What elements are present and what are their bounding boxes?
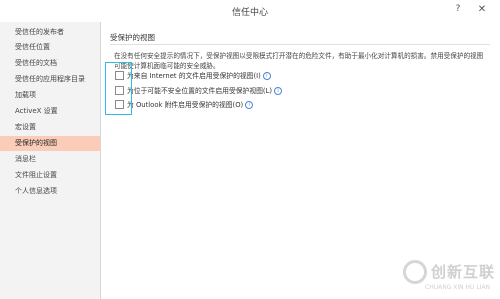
sidebar-item-trusted-locations[interactable]: 受信任位置 [0,40,100,55]
option-label: 为 Outlook 附件启用受保护的视图(O) [127,101,244,109]
title-bar: 信任中心 ? ✕ [0,0,500,23]
sidebar-item-trusted-publishers[interactable]: 受信任的发布者 [0,25,100,40]
info-icon: i [245,101,254,109]
sidebar-item-message-bar[interactable]: 消息栏 [0,152,100,167]
watermark-brand: 创新互联 [431,263,496,281]
sidebar-item-add-ins[interactable]: 加载项 [0,88,100,103]
sidebar-item-file-block[interactable]: 文件阻止设置 [0,168,100,183]
logo-icon [403,260,427,284]
watermark: 创新互联 CHUANG XIN HU LIAN [395,254,500,299]
section-title: 受保护的视图 [110,32,490,45]
option-label: 为位于可能不安全位置的文件启用受保护视图(L) [127,87,273,95]
highlight-box [105,62,132,115]
sidebar-item-trusted-documents[interactable]: 受信任的文档 [0,56,100,71]
sidebar-item-activex[interactable]: ActiveX 设置 [0,104,100,119]
sidebar-item-protected-view[interactable]: 受保护的视图 [0,136,100,151]
window-title: 信任中心 [231,8,268,18]
section-description: 在没有任何安全提示的情况下，受保护视图以受限模式打开潜在的危险文件，有助于最小化… [114,52,484,70]
sidebar: 受信任的发布者 受信任位置 受信任的文档 受信任的应用程序目录 加载项 Acti… [0,22,101,299]
sidebar-item-macro[interactable]: 宏设置 [0,120,100,135]
info-icon: i [274,87,283,95]
option-label: 为来自 Internet 的文件启用受保护的视图(I) [127,72,261,80]
sidebar-item-privacy[interactable]: 个人信息选项 [0,184,100,199]
close-button[interactable]: ✕ [474,4,490,18]
watermark-sub: CHUANG XIN HU LIAN [425,284,491,291]
help-button[interactable]: ? [450,4,466,18]
info-icon: i [262,72,271,80]
sidebar-item-trusted-app-catalogs[interactable]: 受信任的应用程序目录 [0,72,100,87]
